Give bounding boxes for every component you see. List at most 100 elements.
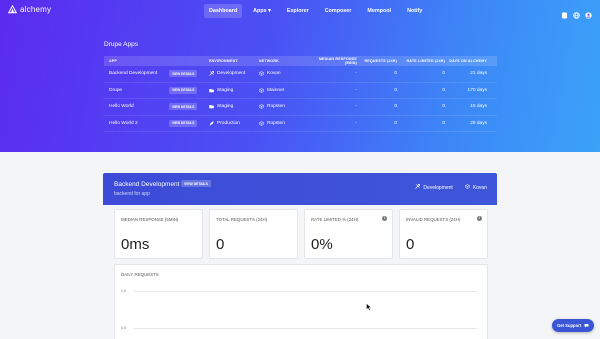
view-details-button[interactable]: VIEW DETAILS <box>169 70 198 78</box>
stat-value: 0 <box>406 236 415 253</box>
y-tick-label: 0.5 <box>121 326 126 330</box>
rate-limited-value: 0 <box>442 87 445 93</box>
support-label: Get Support <box>557 323 582 328</box>
brand-name: alchemy <box>20 5 52 14</box>
table-row[interactable]: Hello World 2 VIEW DETAILS Production Rop… <box>104 116 497 132</box>
stat-card-total-requests: TOTAL REQUESTS (24H) 0 <box>209 209 298 259</box>
app-name[interactable]: Backend Development <box>109 71 165 76</box>
view-details-button[interactable]: VIEW DETAILS <box>181 180 211 188</box>
stat-card-rate-limited: RATE LIMITED % (24H) i 0% <box>304 209 393 259</box>
app-name[interactable]: Hello World 2 <box>109 121 165 126</box>
rocket-icon <box>209 121 214 126</box>
environment-label: Staging <box>217 87 234 93</box>
view-details-button[interactable]: VIEW DETAILS <box>169 119 198 127</box>
environment-label: Production <box>217 120 240 126</box>
table-row[interactable]: Hello World VIEW DETAILS Staging Ropsten … <box>104 99 497 116</box>
brand-logo[interactable]: alchemy <box>8 5 51 14</box>
apps-section-title: Drupe Apps <box>104 41 138 48</box>
nav-notify[interactable]: Notify <box>402 4 427 18</box>
panel-network: Kovan <box>472 184 487 191</box>
rate-limited-value: 0 <box>442 104 445 110</box>
col-environment: ENVIRONMENT <box>209 59 238 63</box>
main-nav: Dashboard Apps ▾ Explorer Composer Mempo… <box>204 0 433 22</box>
view-details-button[interactable]: VIEW DETAILS <box>169 86 198 94</box>
median-value: - <box>355 87 357 93</box>
get-support-button[interactable]: Get Support <box>552 319 595 332</box>
view-details-button[interactable]: VIEW DETAILS <box>169 103 198 111</box>
globe-icon[interactable] <box>573 6 580 19</box>
cube-icon <box>259 71 264 77</box>
col-rate-limited: RATE LIMITED (24H) <box>406 59 445 63</box>
stat-label: INVALID REQUESTS (24H) <box>406 217 461 222</box>
stat-card-median-response: MEDIAN RESPONSE (5MIN) 0ms <box>114 209 203 259</box>
stat-value: 0 <box>216 236 225 253</box>
y-tick-label: 1.0 <box>121 289 126 293</box>
chart-title: DAILY REQUESTS <box>121 272 159 277</box>
daily-requests-chart: DAILY REQUESTS 1.0 0.5 <box>114 264 488 339</box>
nav-dashboard[interactable]: Dashboard <box>204 4 243 18</box>
days-value: 170 days <box>467 87 487 93</box>
col-app: APP <box>109 59 117 63</box>
gridline <box>133 291 477 292</box>
stat-value: 0% <box>311 236 333 253</box>
days-value: 15 days <box>470 104 487 110</box>
requests-value: 0 <box>394 87 397 93</box>
rate-limited-value: 0 <box>442 120 445 126</box>
database-icon[interactable] <box>561 6 568 19</box>
network-label: Ropsten <box>267 104 285 110</box>
cube-icon <box>259 104 264 110</box>
folder-icon <box>209 104 214 109</box>
user-icon[interactable] <box>585 6 592 19</box>
panel-meta: Development Kovan <box>415 184 487 191</box>
nav-explorer[interactable]: Explorer <box>282 4 314 18</box>
panel-header: Backend Development VIEW DETAILS backend… <box>103 173 497 205</box>
nav-composer[interactable]: Composer <box>320 4 357 18</box>
table-row[interactable]: Drupe VIEW DETAILS Staging Mainnet - 0 0 … <box>104 83 497 99</box>
panel-title: Backend Development <box>114 181 180 188</box>
apps-table-header: APP ENVIRONMENT NETWORK MEDIAN RESPONSE … <box>104 56 497 66</box>
stat-value: 0ms <box>121 236 150 253</box>
cube-icon <box>259 87 264 93</box>
info-icon[interactable]: i <box>382 216 387 221</box>
col-requests: REQUESTS (24H) <box>364 59 397 63</box>
network-label: Kovan <box>267 71 281 77</box>
median-value: - <box>355 71 357 77</box>
col-network: NETWORK <box>259 59 279 63</box>
folder-icon <box>209 88 214 93</box>
requests-value: 0 <box>394 104 397 110</box>
info-icon[interactable]: i <box>477 216 482 221</box>
stat-label: RATE LIMITED % (24H) <box>311 217 359 222</box>
requests-value: 0 <box>394 120 397 126</box>
gridline <box>133 328 477 329</box>
days-value: 21 days <box>470 71 487 77</box>
app-name[interactable]: Drupe <box>109 88 165 93</box>
panel-subtitle: backend for app <box>114 191 150 197</box>
panel-environment: Development <box>423 184 453 191</box>
days-value: 29 days <box>470 120 487 126</box>
network-label: Mainnet <box>267 87 285 93</box>
nav-mempool[interactable]: Mempool <box>362 4 396 18</box>
stats-row: MEDIAN RESPONSE (5MIN) 0ms TOTAL REQUEST… <box>114 209 488 259</box>
median-value: - <box>355 120 357 126</box>
app-name[interactable]: Hello World <box>109 104 165 109</box>
top-navbar: alchemy Dashboard Apps ▾ Explorer Compos… <box>0 0 600 22</box>
cube-icon <box>465 184 470 191</box>
tools-icon <box>209 71 214 76</box>
alchemy-logo-icon <box>8 5 17 14</box>
environment-label: Development <box>217 71 246 77</box>
environment-label: Staging <box>217 104 234 110</box>
requests-value: 0 <box>394 71 397 77</box>
nav-apps[interactable]: Apps ▾ <box>248 4 276 18</box>
median-value: - <box>355 104 357 110</box>
network-label: Ropsten <box>267 120 285 126</box>
stat-label: MEDIAN RESPONSE (5MIN) <box>121 217 179 222</box>
stat-card-invalid-requests: INVALID REQUESTS (24H) i 0 <box>399 209 488 259</box>
col-median-response: MEDIAN RESPONSE (5MIN) <box>318 57 357 65</box>
table-row[interactable]: Backend Development VIEW DETAILS Developm… <box>104 66 497 83</box>
cube-icon <box>259 120 264 126</box>
mouse-cursor-icon <box>366 298 372 311</box>
rate-limited-value: 0 <box>442 71 445 77</box>
tools-icon <box>415 184 421 191</box>
stat-label: TOTAL REQUESTS (24H) <box>216 217 268 222</box>
top-icons <box>561 6 592 19</box>
